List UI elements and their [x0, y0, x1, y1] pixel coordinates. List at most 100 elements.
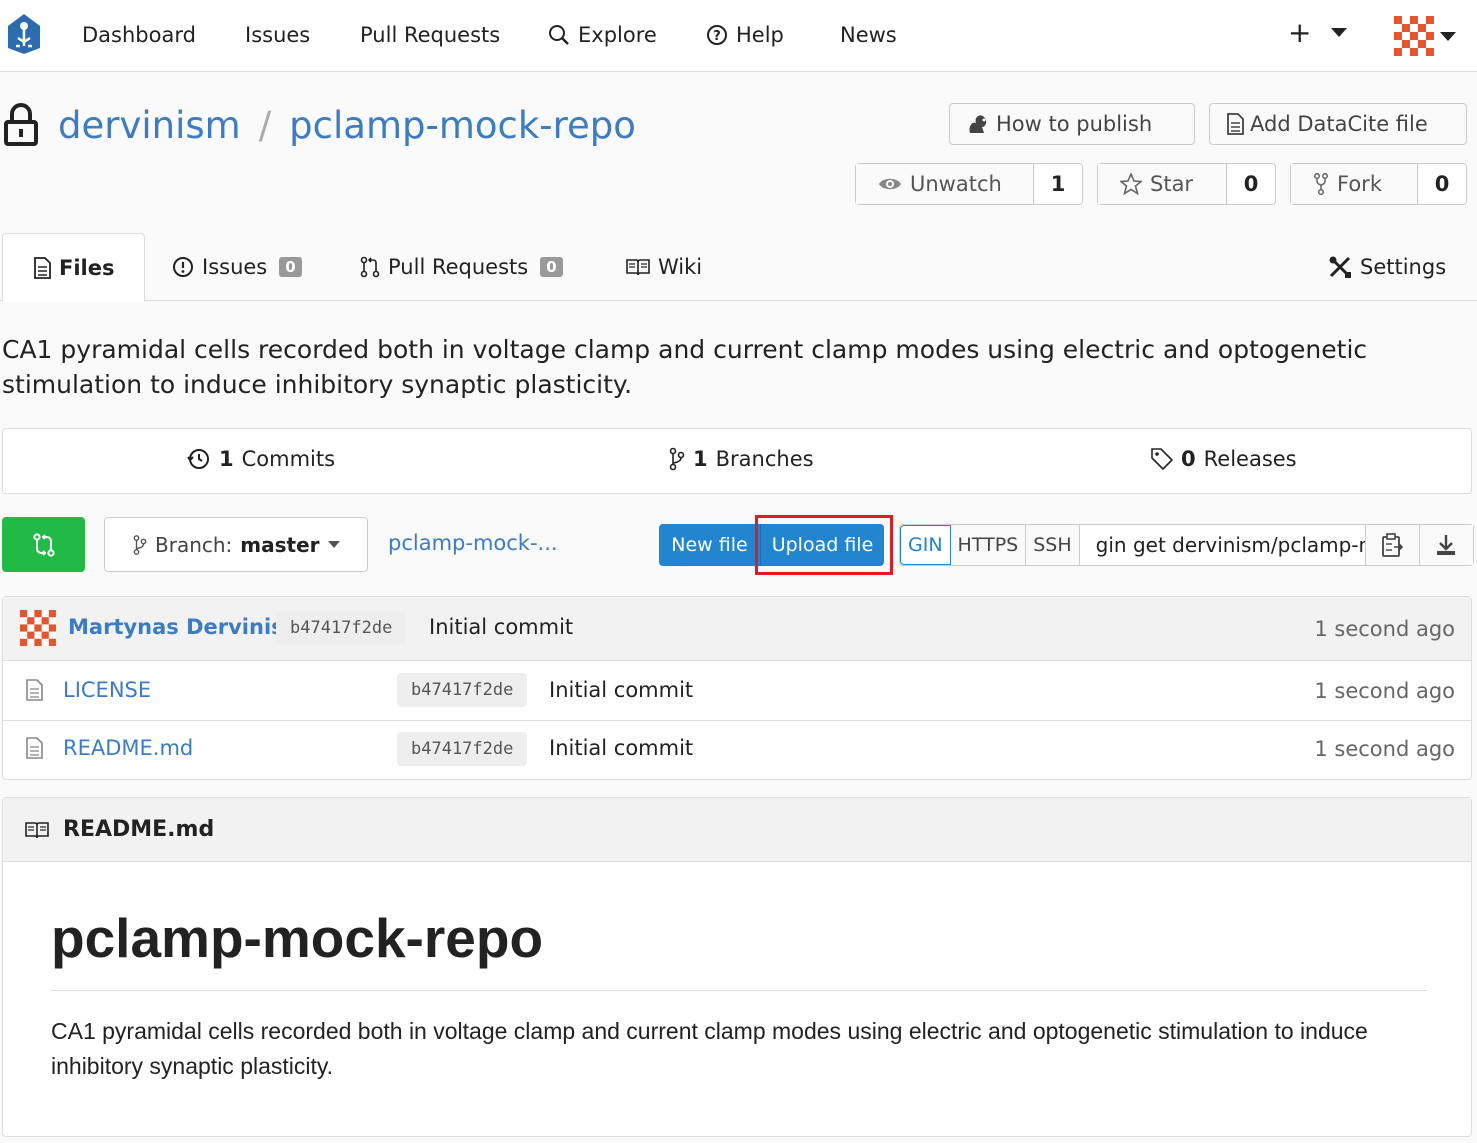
repo-title: dervinism / pclamp-mock-repo — [58, 104, 636, 147]
stars-count[interactable]: 0 — [1227, 164, 1275, 204]
compare-button[interactable] — [2, 517, 85, 572]
commits-count: 1 — [219, 447, 234, 471]
download-archive-button[interactable] — [1418, 525, 1473, 565]
table-row: README.md b47417f2de Initial commit 1 se… — [3, 721, 1471, 779]
clone-protocol-ssh[interactable]: SSH — [1026, 525, 1080, 565]
clone-protocol-https[interactable]: HTTPS — [950, 525, 1027, 565]
file-text-icon — [34, 256, 51, 279]
branch-selector[interactable]: Branch: master — [104, 517, 368, 572]
commit-author-link[interactable]: Martynas Dervinis — [68, 615, 284, 639]
nav-pull-requests[interactable]: Pull Requests — [360, 20, 500, 50]
how-to-publish-label: How to publish — [996, 112, 1153, 136]
fork-button[interactable]: Fork — [1291, 164, 1418, 204]
download-icon — [1437, 535, 1456, 555]
clone-url-field[interactable]: gin get dervinism/pclamp-mock-repo — [1080, 525, 1365, 565]
avatar — [1394, 16, 1434, 56]
commit-sha-link[interactable]: b47417f2de — [276, 611, 407, 645]
nav-help[interactable]: ? Help — [706, 20, 784, 50]
create-new-menu[interactable]: + — [1288, 16, 1348, 49]
svg-text:?: ? — [713, 29, 721, 44]
watchers-count[interactable]: 1 — [1034, 164, 1082, 204]
file-commit-message[interactable]: Initial commit — [549, 736, 693, 760]
add-datacite-label: Add DataCite file — [1250, 112, 1428, 136]
readme-filename: README.md — [63, 817, 215, 842]
clone-protocol-gin[interactable]: GIN — [900, 525, 951, 565]
repo-owner-link[interactable]: dervinism — [58, 104, 241, 147]
repo-title-separator: / — [258, 104, 272, 147]
star-button-group[interactable]: Star 0 — [1097, 163, 1276, 205]
help-circle-icon: ? — [707, 25, 727, 45]
latest-commit-row: Martynas Dervinis b47417f2de Initial com… — [3, 597, 1471, 661]
tab-issues[interactable]: Issues 0 — [172, 233, 302, 301]
file-icon — [26, 737, 43, 759]
squirrel-icon — [969, 115, 987, 133]
tab-files-label: Files — [59, 255, 115, 280]
branches-label: Branches — [715, 447, 814, 471]
top-navbar: Dashboard Issues Pull Requests Explore ?… — [0, 0, 1477, 72]
branches-count: 1 — [693, 447, 708, 471]
how-to-publish-button[interactable]: How to publish — [949, 103, 1195, 145]
commit-time: 1 second ago — [1314, 617, 1455, 641]
star-icon — [1120, 173, 1142, 195]
readme-body: CA1 pyramidal cells recorded both in vol… — [51, 1018, 1368, 1079]
nav-dashboard[interactable]: Dashboard — [82, 20, 196, 50]
nav-issues[interactable]: Issues — [245, 20, 310, 50]
file-commit-message[interactable]: Initial commit — [549, 678, 693, 702]
tab-pull-requests[interactable]: Pull Requests 0 — [360, 233, 563, 301]
book-icon — [626, 259, 650, 276]
user-menu[interactable] — [1394, 16, 1456, 56]
git-compare-icon — [32, 532, 55, 557]
breadcrumb-repo-link[interactable]: pclamp-mock-... — [388, 531, 558, 555]
issues-count-badge: 0 — [279, 257, 302, 277]
commit-message: Initial commit — [429, 615, 574, 639]
tab-settings-label: Settings — [1360, 255, 1447, 279]
fork-button-group[interactable]: Fork 0 — [1290, 163, 1467, 205]
tab-settings[interactable]: Settings — [1328, 233, 1446, 301]
nav-explore-label: Explore — [578, 23, 657, 47]
forks-count[interactable]: 0 — [1418, 164, 1466, 204]
readme-panel: README.md pclamp-mock-repo CA1 pyramidal… — [2, 797, 1472, 1137]
tools-icon — [1329, 256, 1351, 278]
plus-icon: + — [1288, 16, 1312, 49]
clipboard-icon — [1382, 533, 1404, 557]
file-commit-sha[interactable]: b47417f2de — [397, 732, 528, 766]
file-commit-sha[interactable]: b47417f2de — [397, 673, 528, 707]
eye-icon — [879, 178, 901, 190]
repo-name-link[interactable]: pclamp-mock-repo — [289, 104, 636, 147]
commits-stat[interactable]: 1 Commits — [187, 447, 335, 471]
releases-count: 0 — [1181, 447, 1196, 471]
tab-files[interactable]: Files — [2, 233, 146, 302]
book-icon — [25, 821, 49, 838]
new-file-button[interactable]: New file — [659, 524, 760, 566]
star-button[interactable]: Star — [1098, 164, 1227, 204]
chevron-down-icon — [1331, 28, 1348, 37]
git-branch-icon — [669, 447, 685, 471]
annotation-highlight-box — [755, 515, 893, 575]
pull-requests-count-badge: 0 — [540, 257, 563, 277]
nav-news[interactable]: News — [840, 20, 897, 50]
unwatch-button[interactable]: Unwatch — [856, 164, 1034, 204]
watch-button-group[interactable]: Unwatch 1 — [855, 163, 1083, 205]
tab-wiki[interactable]: Wiki — [626, 233, 702, 301]
branch-prefix: Branch: — [155, 532, 233, 557]
issue-opened-icon — [173, 257, 193, 277]
star-label: Star — [1150, 172, 1194, 196]
copy-clone-url-button[interactable] — [1364, 525, 1419, 565]
releases-stat[interactable]: 0 Releases — [1151, 447, 1297, 471]
file-text-icon — [1227, 113, 1244, 135]
readme-heading: pclamp-mock-repo — [51, 907, 544, 969]
gin-logo-icon[interactable] — [6, 12, 42, 56]
branch-name: master — [240, 532, 320, 557]
fork-icon — [1313, 173, 1329, 195]
search-icon — [549, 25, 569, 45]
file-name-link[interactable]: LICENSE — [63, 678, 151, 702]
tab-issues-label: Issues — [202, 255, 268, 279]
branches-stat[interactable]: 1 Branches — [669, 447, 814, 471]
nav-explore[interactable]: Explore — [548, 20, 657, 50]
unwatch-label: Unwatch — [910, 172, 1002, 196]
author-avatar — [20, 610, 56, 646]
readme-header: README.md — [3, 798, 1471, 862]
file-commit-time: 1 second ago — [1314, 737, 1455, 761]
add-datacite-button[interactable]: Add DataCite file — [1209, 103, 1467, 145]
file-name-link[interactable]: README.md — [63, 736, 193, 760]
